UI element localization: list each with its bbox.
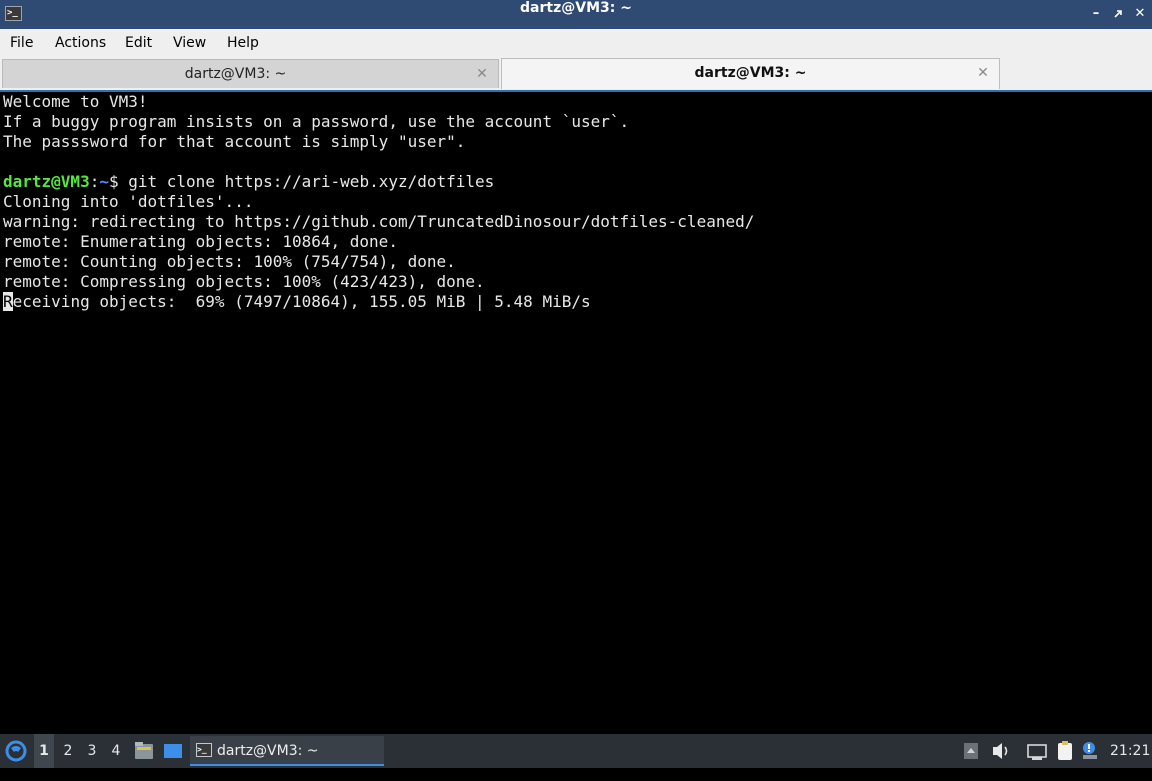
tab-close-icon[interactable]: ✕ [975, 65, 991, 81]
taskbar: 1 2 3 4 >_ dartz@VM3: ~ 21:21 [0, 734, 1152, 768]
start-menu-button[interactable] [4, 734, 28, 768]
command-text: git clone https://ari-web.xyz/dotfiles [128, 172, 495, 191]
menu-file[interactable]: File [10, 29, 33, 57]
minimize-icon: – [1092, 6, 1100, 21]
workspace-1[interactable]: 1 [34, 734, 54, 768]
tab-terminal-1[interactable]: dartz@VM3: ~ ✕ [2, 59, 499, 88]
terminal-line: Cloning into 'dotfiles'... [3, 192, 254, 211]
command-line: dartz@VM3:~$ git clone https://ari-web.x… [3, 172, 494, 192]
restore-button[interactable] [1108, 4, 1128, 24]
terminal-output[interactable]: Welcome to VM3! If a buggy program insis… [0, 92, 1152, 734]
menu-edit[interactable]: Edit [125, 29, 152, 57]
prompt-user: dartz@VM3 [3, 172, 90, 191]
file-manager-launcher[interactable] [134, 734, 154, 768]
tab-close-icon[interactable]: ✕ [474, 66, 490, 82]
terminal-line: warning: redirecting to https://github.c… [3, 212, 755, 231]
show-desktop-button[interactable] [162, 734, 184, 768]
terminal-line: remote: Enumerating objects: 10864, done… [3, 232, 398, 251]
restore-icon [1114, 10, 1122, 18]
terminal-line: The passsword for that account is simply… [3, 132, 466, 151]
prompt-symbol: $ [108, 172, 129, 191]
keyboard-icon [1027, 744, 1047, 760]
menu-bar: File Actions Edit View Help [0, 29, 1152, 57]
menu-help[interactable]: Help [227, 29, 259, 57]
tray-expand-icon [964, 743, 978, 759]
tab-terminal-2[interactable]: dartz@VM3: ~ ✕ [501, 58, 1000, 89]
task-label: dartz@VM3: ~ [217, 743, 319, 759]
keyboard-indicator[interactable] [1026, 734, 1048, 768]
tab-label: dartz@VM3: ~ [184, 66, 287, 82]
prompt-separator: : [89, 172, 100, 191]
terminal-icon: >_ [196, 743, 212, 757]
terminal-line: If a buggy program insists on a password… [3, 112, 630, 131]
terminal-line: Welcome to VM3! [3, 92, 148, 111]
terminal-line: remote: Compressing objects: 100% (423/4… [3, 272, 485, 291]
taskbar-terminal-task[interactable]: >_ dartz@VM3: ~ [190, 736, 384, 766]
volume-button[interactable] [990, 734, 1012, 768]
clipboard-indicator[interactable] [1054, 734, 1076, 768]
prompt-path: ~ [99, 172, 109, 191]
workspace-4[interactable]: 4 [106, 734, 126, 768]
terminal-line: remote: Counting objects: 100% (754/754)… [3, 252, 456, 271]
tab-bar: dartz@VM3: ~ ✕ dartz@VM3: ~ ✕ [0, 57, 1152, 90]
progress-text: eceiving objects: 69% (7497/10864), 155.… [12, 292, 591, 311]
workspace-2[interactable]: 2 [58, 734, 78, 768]
tab-label: dartz@VM3: ~ [694, 65, 807, 81]
menu-actions[interactable]: Actions [55, 29, 106, 57]
close-window-button[interactable]: ✕ [1130, 4, 1150, 24]
start-menu-icon [5, 740, 27, 762]
cursor: R [3, 292, 13, 311]
minimize-button[interactable]: – [1086, 4, 1106, 24]
file-manager-icon [135, 742, 153, 759]
menu-view[interactable]: View [173, 29, 206, 57]
tray-expand-button[interactable] [962, 734, 980, 768]
workspace-3[interactable]: 3 [82, 734, 102, 768]
window-titlebar[interactable]: >_ dartz@VM3: ~ – ✕ [0, 0, 1152, 29]
window-title: dartz@VM3: ~ [520, 0, 632, 16]
volume-icon [993, 743, 1008, 759]
clipboard-icon [1058, 741, 1072, 760]
clock[interactable]: 21:21 [1110, 734, 1150, 768]
notification-indicator[interactable] [1080, 734, 1100, 768]
show-desktop-icon [164, 744, 182, 758]
notification-icon [1083, 742, 1097, 759]
close-icon: ✕ [1134, 6, 1146, 21]
progress-line: Receiving objects: 69% (7497/10864), 155… [3, 292, 591, 312]
